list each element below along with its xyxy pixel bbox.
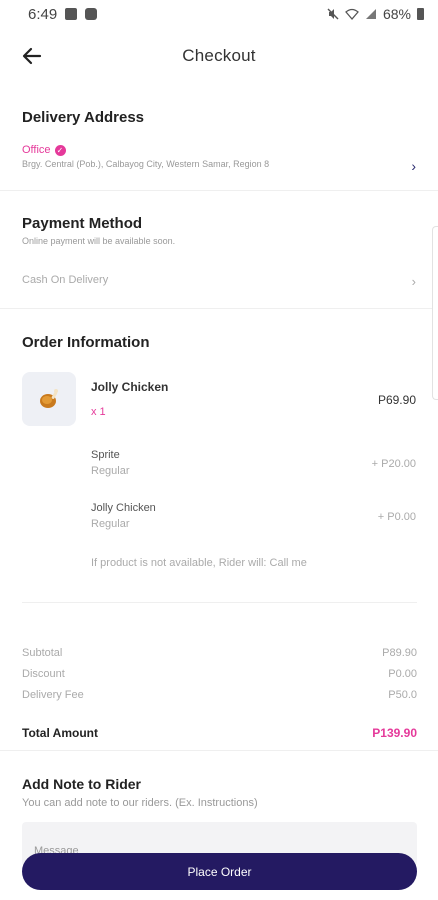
total-value: P139.90 [372, 726, 417, 740]
status-bar: 6:49 68% [0, 0, 438, 28]
app-notification-icon [85, 8, 98, 20]
delivery-fee-row: Delivery Fee P50.0 [22, 689, 417, 701]
status-right: 68% [327, 6, 424, 22]
wifi-icon [345, 8, 359, 20]
signal-icon [365, 9, 376, 19]
addon-price: + P0.00 [377, 511, 416, 523]
total-row: Total Amount P139.90 [22, 726, 417, 740]
chevron-right-icon: › [411, 274, 416, 289]
addon-name: Jolly Chicken [91, 502, 156, 514]
discount-row: Discount P0.00 [22, 668, 417, 680]
gallery-notification-icon [65, 8, 78, 20]
divider [0, 750, 438, 751]
discount-label: Discount [22, 668, 65, 680]
address-text: Brgy. Central (Pob.), Calbayog City, Wes… [22, 159, 270, 169]
arrow-left-icon [22, 47, 42, 65]
note-title: Add Note to Rider [22, 776, 141, 792]
page-title: Checkout [182, 46, 256, 65]
check-badge-icon: ✓ [54, 144, 66, 156]
status-time: 6:49 [28, 5, 58, 23]
subtotal-row: Subtotal P89.90 [22, 647, 417, 659]
payment-method-option[interactable]: Cash On Delivery › [22, 274, 422, 294]
status-left: 6:49 [28, 5, 98, 23]
battery-percent: 68% [382, 6, 411, 22]
scroll-indicator[interactable] [432, 226, 438, 400]
back-button[interactable] [18, 42, 46, 70]
payment-method-label: Cash On Delivery [22, 274, 109, 286]
addon-name: Sprite [91, 449, 120, 461]
product-quantity: x 1 [91, 406, 106, 418]
divider [0, 308, 438, 309]
addon-price: + P20.00 [371, 458, 416, 470]
divider [0, 190, 438, 191]
battery-icon [417, 8, 424, 20]
order-section-title: Order Information [22, 334, 150, 351]
total-label: Total Amount [22, 726, 98, 740]
fried-chicken-icon [40, 389, 58, 408]
delivery-fee-label: Delivery Fee [22, 689, 84, 701]
delivery-fee-value: P50.0 [388, 689, 417, 701]
chevron-right-icon: › [411, 158, 416, 174]
product-name: Jolly Chicken [91, 380, 169, 394]
discount-value: P0.00 [388, 668, 417, 680]
subtotal-value: P89.90 [382, 647, 417, 659]
address-label-text: Office [22, 144, 51, 156]
payment-section-title: Payment Method [22, 215, 143, 232]
payment-subtitle: Online payment will be available soon. [22, 236, 176, 246]
mute-icon [327, 8, 339, 20]
availability-note: If product is not available, Rider will:… [91, 557, 307, 569]
app-bar: Checkout [0, 36, 438, 76]
address-label: Office ✓ [22, 144, 422, 156]
addon-variant: Regular [91, 518, 130, 530]
delivery-section-title: Delivery Address [22, 109, 145, 126]
product-image [22, 372, 76, 426]
product-price: P69.90 [377, 393, 416, 407]
addon-variant: Regular [91, 465, 130, 477]
divider [22, 602, 417, 603]
note-subtitle: You can add note to our riders. (Ex. Ins… [22, 797, 258, 809]
subtotal-label: Subtotal [22, 647, 63, 659]
delivery-address-row[interactable]: Office ✓ Brgy. Central (Pob.), Calbayog … [22, 144, 422, 178]
place-order-button[interactable]: Place Order [22, 853, 417, 890]
